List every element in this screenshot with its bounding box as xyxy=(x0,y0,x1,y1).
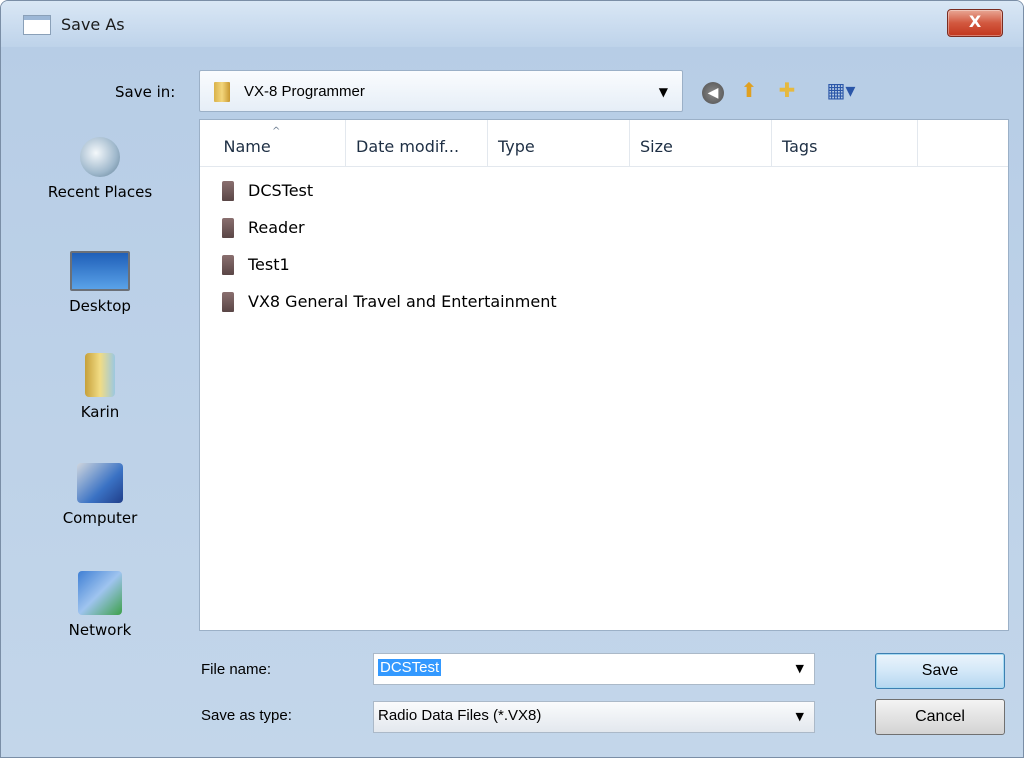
file-name-label: File name: xyxy=(201,661,272,678)
file-icon xyxy=(222,255,234,275)
folder-icon xyxy=(214,82,230,102)
cancel-button[interactable]: Cancel xyxy=(875,699,1005,735)
file-name: Test1 xyxy=(248,255,290,274)
column-type[interactable]: Type xyxy=(488,120,630,166)
window-title: Save As xyxy=(61,15,125,34)
user-folder-icon xyxy=(85,353,115,397)
window-icon xyxy=(23,15,51,35)
list-item[interactable]: Test1 xyxy=(218,246,557,283)
save-type-select[interactable]: Radio Data Files (*.VX8) ▼ xyxy=(373,701,815,733)
network-icon xyxy=(78,571,122,615)
dropdown-arrow-icon[interactable]: ▼ xyxy=(796,662,804,675)
new-folder-icon[interactable]: ✚ xyxy=(773,75,801,105)
up-folder-icon[interactable]: ⬆ xyxy=(735,75,763,105)
place-label: Karin xyxy=(80,403,120,421)
file-icon xyxy=(222,292,234,312)
place-label: Recent Places xyxy=(47,183,153,201)
save-in-value: VX-8 Programmer xyxy=(244,83,365,100)
dropdown-arrow-icon[interactable]: ▼ xyxy=(659,85,668,99)
places-bar: Recent Places Desktop Karin Computer Net… xyxy=(9,119,191,747)
column-size[interactable]: Size xyxy=(630,120,772,166)
sort-ascending-icon: ^ xyxy=(272,126,281,137)
place-label: Desktop xyxy=(69,297,131,315)
list-item[interactable]: Reader xyxy=(218,209,557,246)
place-computer[interactable]: Computer xyxy=(9,463,191,527)
title-bar[interactable]: Save As X xyxy=(1,1,1023,47)
close-button[interactable]: X xyxy=(947,9,1003,37)
save-in-label: Save in: xyxy=(115,83,176,101)
save-type-label: Save as type: xyxy=(201,707,292,724)
computer-icon xyxy=(77,463,123,503)
place-karin[interactable]: Karin xyxy=(9,353,191,421)
file-name: DCSTest xyxy=(248,181,314,200)
file-list[interactable]: ^ Name Date modif... Type Size Tags DCST… xyxy=(199,119,1009,631)
column-name-label: Name xyxy=(223,137,271,156)
list-item[interactable]: VX8 General Travel and Entertainment xyxy=(218,283,557,320)
recent-places-icon xyxy=(80,137,120,177)
dropdown-arrow-icon[interactable]: ▼ xyxy=(796,710,804,723)
list-item[interactable]: DCSTest xyxy=(218,172,557,209)
column-tags[interactable]: Tags xyxy=(772,120,918,166)
file-name: VX8 General Travel and Entertainment xyxy=(248,292,557,311)
column-name[interactable]: ^ Name xyxy=(200,120,346,166)
place-label: Network xyxy=(68,621,132,639)
file-name-input[interactable]: DCSTest ▼ xyxy=(373,653,815,685)
save-button[interactable]: Save xyxy=(875,653,1005,689)
place-network[interactable]: Network xyxy=(9,571,191,639)
views-menu-icon[interactable]: ▦▾ xyxy=(819,75,863,105)
file-rows: DCSTest Reader Test1 VX8 General Travel … xyxy=(218,172,557,320)
place-recent-places[interactable]: Recent Places xyxy=(9,137,191,201)
file-name: Reader xyxy=(248,218,305,237)
navigation-toolbar: ◀ ⬆ ✚ ▦▾ xyxy=(695,75,885,109)
save-as-dialog: Save As X Save in: VX-8 Programmer ▼ ◀ ⬆… xyxy=(0,0,1024,758)
place-desktop[interactable]: Desktop xyxy=(9,251,191,315)
place-label: Computer xyxy=(62,509,138,527)
column-date-modified[interactable]: Date modif... xyxy=(346,120,488,166)
save-type-value: Radio Data Files (*.VX8) xyxy=(378,707,542,724)
column-header: ^ Name Date modif... Type Size Tags xyxy=(200,120,1008,167)
file-icon xyxy=(222,218,234,238)
back-icon[interactable]: ◀ xyxy=(699,75,727,105)
file-name-value: DCSTest xyxy=(378,659,442,676)
desktop-icon xyxy=(70,251,130,291)
file-icon xyxy=(222,181,234,201)
save-in-dropdown[interactable]: VX-8 Programmer ▼ xyxy=(199,70,683,112)
